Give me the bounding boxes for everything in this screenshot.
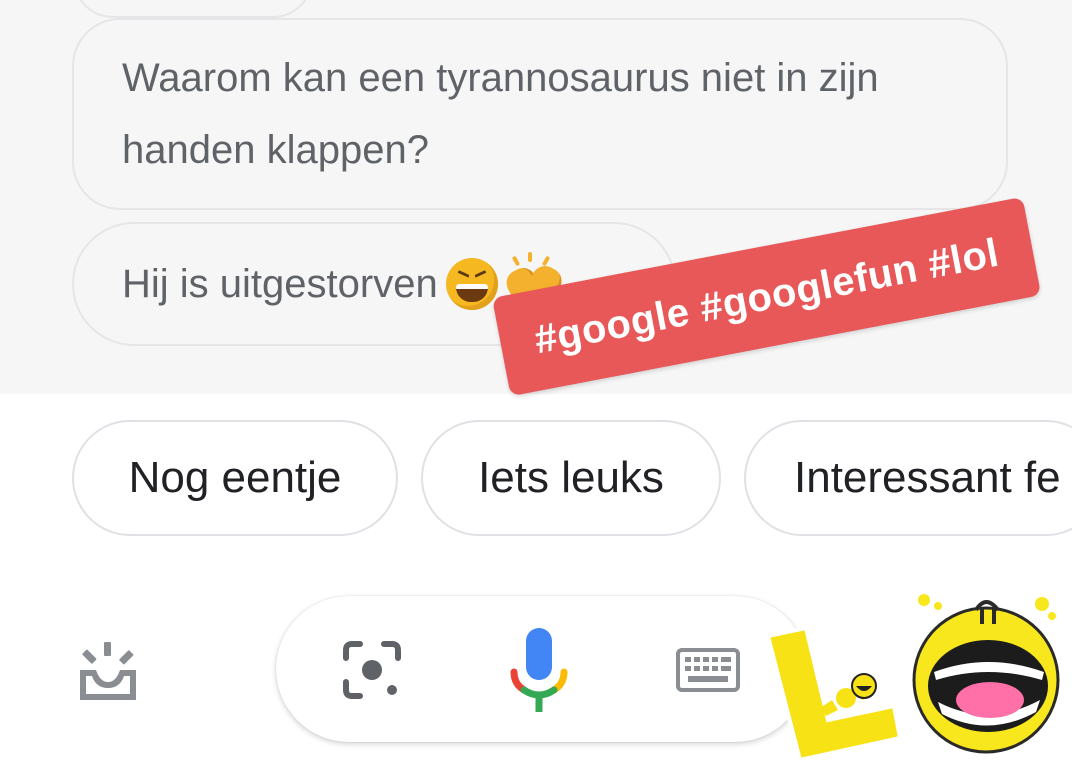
previous-message-bubble	[73, 0, 313, 18]
user-query-bubble: Waarom kan een tyrannosaurus niet in zij…	[72, 18, 1008, 210]
snapshot-tray-icon[interactable]	[74, 636, 142, 704]
assistant-response-text: Hij is uitgestorven	[122, 262, 438, 306]
suggestion-chip-label: Nog eentje	[128, 453, 342, 502]
suggestion-chip-label: Interessant fe	[794, 453, 1061, 502]
lens-icon[interactable]	[342, 640, 402, 700]
suggestion-chip-label: Iets leuks	[478, 453, 664, 502]
user-query-text: Waarom kan een tyrannosaurus niet in zij…	[122, 56, 879, 172]
suggestion-chip-another-one[interactable]: Nog eentje	[72, 420, 398, 536]
laughing-face-emoji	[445, 258, 498, 310]
keyboard-icon[interactable]	[676, 648, 740, 692]
microphone-icon[interactable]	[508, 626, 570, 714]
suggestion-chip-something-fun[interactable]: Iets leuks	[421, 420, 721, 536]
lol-sticker	[765, 594, 1060, 763]
suggestion-chip-interesting-fact[interactable]: Interessant fe	[744, 420, 1072, 536]
